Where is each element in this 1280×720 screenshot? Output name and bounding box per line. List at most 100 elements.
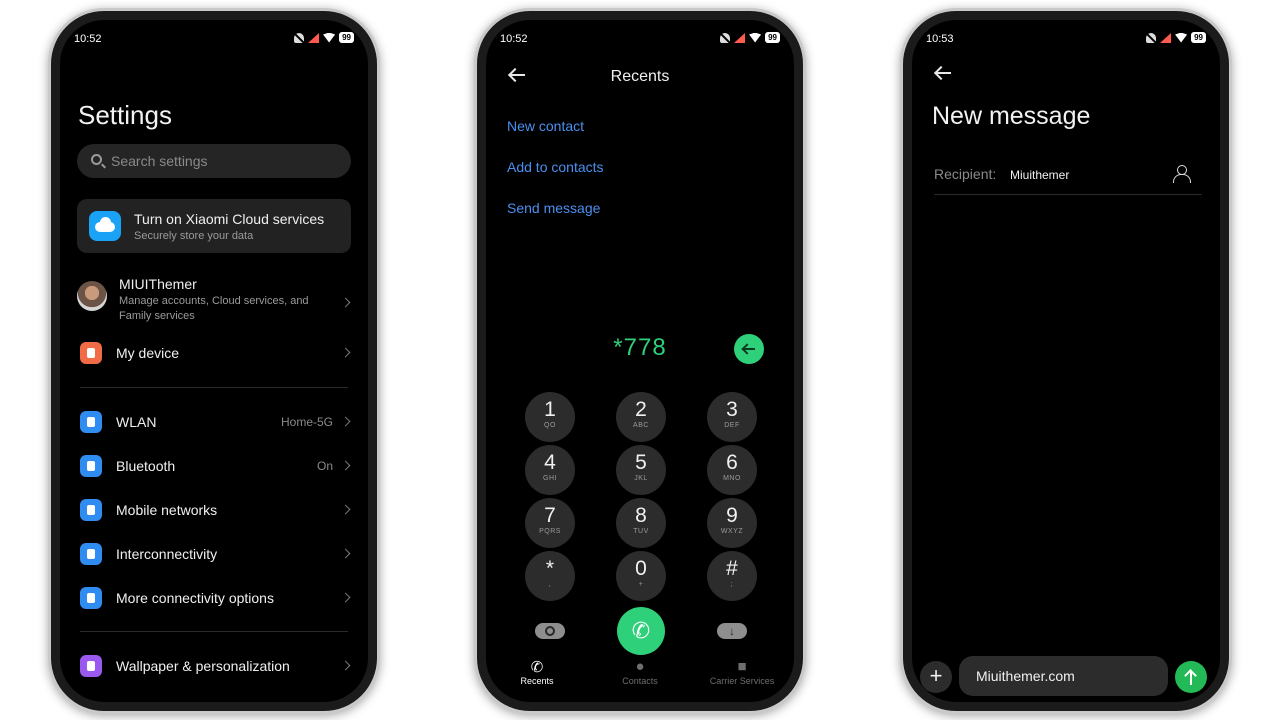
status-icons: 99 bbox=[720, 32, 780, 43]
status-time: 10:52 bbox=[500, 33, 528, 45]
settings-item-wlan[interactable]: WLAN Home-5G bbox=[77, 407, 351, 437]
key-letters: QO bbox=[544, 422, 556, 429]
tab-recents[interactable]: ✆ Recents bbox=[497, 658, 577, 686]
settings-item-more-connectivity[interactable]: More connectivity options bbox=[77, 583, 351, 613]
settings-item-wallpaper[interactable]: Wallpaper & personalization bbox=[77, 651, 351, 681]
phone-handset-icon: ✆ bbox=[530, 659, 544, 676]
dial-key-4[interactable]: 4 GHI bbox=[525, 445, 575, 495]
message-input[interactable] bbox=[959, 656, 1168, 696]
settings-item-mobile-networks[interactable]: Mobile networks bbox=[77, 495, 351, 525]
dial-key-7[interactable]: 7 PQRS bbox=[525, 498, 575, 548]
wifi-icon bbox=[80, 411, 102, 433]
dial-key-8[interactable]: 8 TUV bbox=[616, 498, 666, 548]
phone-icon: ✆ bbox=[631, 618, 651, 643]
dial-key-hash[interactable]: #; bbox=[707, 551, 757, 601]
key-digit: 4 bbox=[544, 451, 556, 474]
dial-key-1[interactable]: 1 QO bbox=[525, 392, 575, 442]
plus-icon: + bbox=[929, 663, 943, 688]
dial-key-6[interactable]: 6 MNO bbox=[707, 445, 757, 495]
dial-key-3[interactable]: 3 DEF bbox=[707, 392, 757, 442]
key-digit: 6 bbox=[726, 451, 738, 474]
chevron-right-icon bbox=[340, 416, 351, 427]
bluetooth-icon bbox=[80, 455, 102, 477]
key-digit: 7 bbox=[544, 504, 556, 527]
status-icons: 99 bbox=[1146, 32, 1206, 43]
account-description: Manage accounts, Cloud services, and Fam… bbox=[119, 295, 309, 322]
account-row[interactable]: MIUIThemer Manage accounts, Cloud servic… bbox=[77, 275, 351, 325]
contacts-icon: ● bbox=[635, 658, 645, 675]
key-letters: JKL bbox=[634, 475, 648, 482]
new-message-screen: 10:53 99 New message Recipient: Miuithem… bbox=[912, 20, 1220, 702]
key-letters: WXYZ bbox=[720, 528, 744, 535]
mute-icon bbox=[1146, 32, 1157, 43]
search-icon bbox=[91, 154, 102, 165]
wifi-status-icon bbox=[1175, 32, 1188, 43]
recipient-field[interactable]: Miuithemer bbox=[1010, 168, 1069, 182]
dial-key-5[interactable]: 5 JKL bbox=[616, 445, 666, 495]
person-icon[interactable] bbox=[1173, 165, 1191, 183]
tab-label: Carrier Services bbox=[709, 676, 775, 686]
key-letters: ; bbox=[730, 581, 734, 588]
chevron-right-icon bbox=[340, 460, 351, 471]
dial-key-0[interactable]: 0 + bbox=[616, 551, 666, 601]
key-letters: TUV bbox=[633, 528, 649, 535]
account-name: MIUIThemer bbox=[119, 276, 197, 292]
mute-icon bbox=[294, 32, 305, 43]
backspace-button[interactable] bbox=[734, 334, 764, 364]
add-to-contacts-link[interactable]: Add to contacts bbox=[507, 159, 604, 175]
chevron-right-icon bbox=[340, 660, 351, 671]
phone-dialer: 10:52 99 Recents New contact Add to cont… bbox=[474, 8, 806, 714]
search-placeholder: Search settings bbox=[111, 153, 208, 169]
key-digit: 9 bbox=[726, 504, 738, 527]
tab-contacts[interactable]: ● Contacts bbox=[600, 658, 680, 686]
new-contact-link[interactable]: New contact bbox=[507, 118, 584, 134]
key-letters: PQRS bbox=[539, 528, 561, 535]
call-button[interactable]: ✆ bbox=[617, 607, 665, 655]
chevron-right-icon bbox=[340, 504, 351, 515]
chevron-right-icon bbox=[340, 347, 351, 358]
key-digit: * bbox=[545, 557, 555, 580]
cloud-services-card[interactable]: Turn on Xiaomi Cloud services Securely s… bbox=[77, 199, 351, 253]
tab-carrier-services[interactable]: ■ Carrier Services bbox=[702, 658, 782, 686]
collapse-keypad-icon[interactable] bbox=[717, 623, 747, 639]
key-digit: 1 bbox=[544, 398, 556, 421]
send-button[interactable] bbox=[1175, 661, 1207, 693]
settings-item-value: Home-5G bbox=[280, 415, 333, 429]
key-digit: 8 bbox=[635, 504, 647, 527]
settings-item-label: Interconnectivity bbox=[116, 546, 218, 562]
avatar bbox=[77, 281, 107, 311]
battery-icon: 99 bbox=[765, 32, 780, 43]
status-time: 10:52 bbox=[74, 33, 102, 45]
device-icon bbox=[80, 342, 102, 364]
divider bbox=[934, 194, 1202, 195]
wifi-status-icon bbox=[323, 32, 336, 43]
key-letters: ABC bbox=[633, 422, 649, 429]
settings-item-bluetooth[interactable]: Bluetooth On bbox=[77, 451, 351, 481]
dialer-screen: 10:52 99 Recents New contact Add to cont… bbox=[486, 20, 794, 702]
settings-item-my-device[interactable]: My device bbox=[77, 338, 351, 368]
settings-item-interconnectivity[interactable]: Interconnectivity bbox=[77, 539, 351, 569]
page-title: Settings bbox=[78, 100, 172, 130]
wifi-status-icon bbox=[749, 32, 762, 43]
voicemail-toggle-icon[interactable] bbox=[535, 623, 565, 639]
connectivity-icon bbox=[80, 587, 102, 609]
phone-messages: 10:53 99 New message Recipient: Miuithem… bbox=[900, 8, 1232, 714]
mute-icon bbox=[720, 32, 731, 43]
key-letters: MNO bbox=[723, 475, 741, 482]
search-input[interactable]: Search settings bbox=[77, 144, 351, 178]
back-arrow-icon[interactable] bbox=[934, 66, 952, 80]
dial-key-2[interactable]: 2 ABC bbox=[616, 392, 666, 442]
dial-key-9[interactable]: 9 WXYZ bbox=[707, 498, 757, 548]
dial-key-star[interactable]: *, bbox=[525, 551, 575, 601]
tab-label: Recents bbox=[520, 676, 554, 686]
send-message-link[interactable]: Send message bbox=[507, 200, 600, 216]
recipient-label: Recipient: bbox=[934, 166, 997, 182]
key-digit: 2 bbox=[635, 398, 647, 421]
battery-icon: 99 bbox=[339, 32, 354, 43]
key-digit: 5 bbox=[635, 451, 647, 474]
chevron-right-icon bbox=[340, 548, 351, 559]
attach-button[interactable]: + bbox=[920, 661, 952, 693]
page-title: Recents bbox=[610, 68, 670, 85]
key-digit: 0 bbox=[635, 557, 647, 580]
key-letters: + bbox=[638, 581, 644, 588]
